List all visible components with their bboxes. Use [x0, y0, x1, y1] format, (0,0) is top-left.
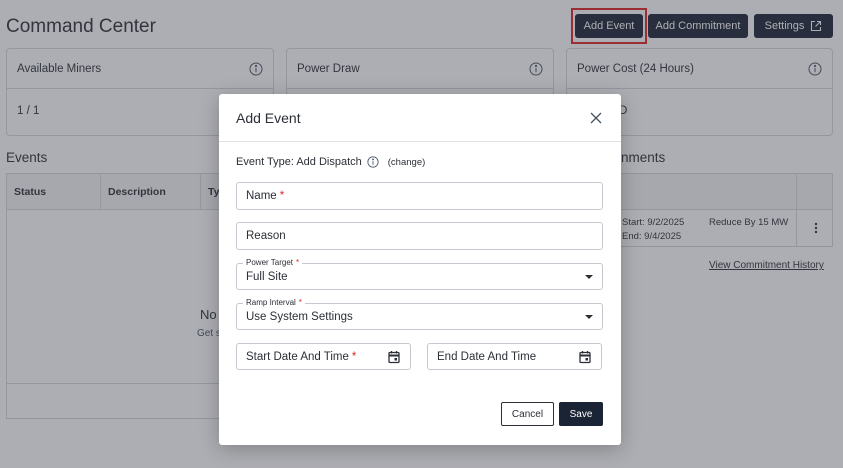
close-icon — [590, 112, 602, 123]
start-date-placeholder: Start Date And Time * — [246, 350, 357, 363]
calendar-icon[interactable] — [578, 350, 592, 364]
power-target-value: Full Site — [246, 270, 288, 283]
name-placeholder: Name — [246, 190, 277, 202]
modal-title: Add Event — [236, 109, 301, 126]
close-button[interactable] — [588, 110, 604, 126]
event-type-row: Event Type: Add Dispatch (change) — [236, 156, 425, 168]
chevron-down-icon — [585, 274, 593, 279]
calendar-icon[interactable] — [387, 350, 401, 364]
chevron-down-icon — [585, 314, 593, 319]
required-mark: * — [279, 190, 285, 202]
info-icon[interactable] — [367, 156, 379, 168]
ramp-interval-label: Ramp Interval * — [243, 298, 305, 308]
end-date-placeholder: End Date And Time — [437, 350, 537, 363]
add-event-modal: Add Event Event Type: Add Dispatch (chan… — [219, 94, 621, 445]
save-button[interactable]: Save — [559, 402, 603, 426]
ramp-interval-select[interactable]: Ramp Interval * Use System Settings — [236, 298, 603, 330]
reason-placeholder: Reason — [246, 230, 286, 242]
power-target-select[interactable]: Power Target * Full Site — [236, 258, 603, 290]
cancel-button[interactable]: Cancel — [501, 402, 554, 426]
power-target-label: Power Target * — [243, 258, 303, 268]
name-input[interactable]: Name * — [236, 182, 603, 210]
end-date-input[interactable]: End Date And Time — [427, 343, 602, 370]
change-event-type-link[interactable]: (change) — [388, 157, 426, 168]
event-type-label: Event Type: Add Dispatch — [236, 156, 362, 168]
ramp-interval-value: Use System Settings — [246, 310, 353, 323]
start-date-input[interactable]: Start Date And Time * — [236, 343, 411, 370]
reason-input[interactable]: Reason — [236, 222, 603, 250]
